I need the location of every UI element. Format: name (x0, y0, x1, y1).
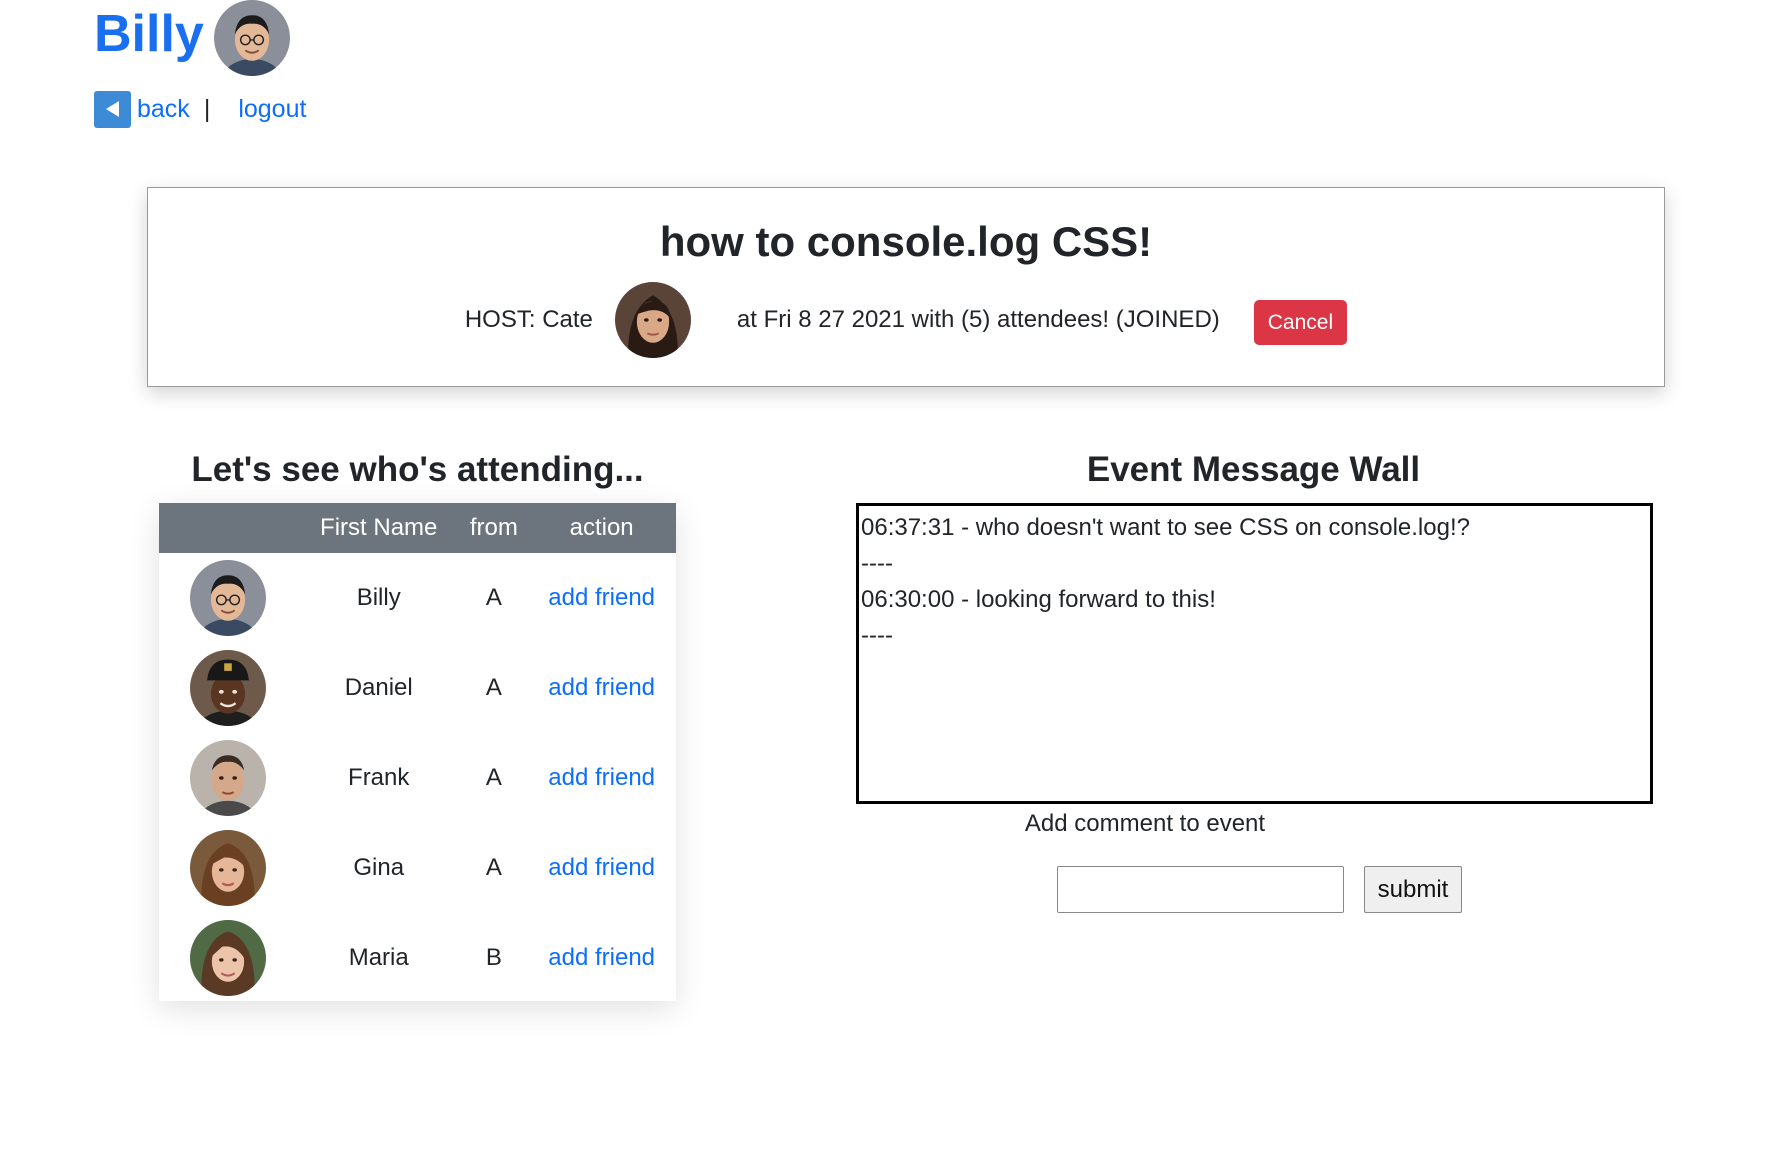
column-header-first-name: First Name (320, 514, 438, 541)
comment-input[interactable] (1057, 866, 1344, 913)
attendee-from: A (485, 854, 502, 881)
message-line: 06:37:31 - who doesn't want to see CSS o… (861, 514, 1470, 541)
event-info-row: HOST: Cate at Fri 8 27 2021 with (5) att… (148, 280, 1664, 360)
attendees-table-container: First Name from action Billy A add frien… (159, 503, 676, 1001)
avatar-daniel (190, 650, 266, 726)
message-divider: ---- (861, 622, 893, 649)
attendee-first-name: Maria (348, 944, 409, 971)
cancel-button[interactable]: Cancel (1253, 299, 1348, 345)
table-row: Gina A add friend (159, 823, 676, 913)
event-card: how to console.log CSS! HOST: Cate at Fr… (147, 187, 1665, 387)
nav-row: back | logout (94, 90, 306, 128)
back-link[interactable]: back (137, 95, 190, 124)
add-friend-link[interactable]: add friend (548, 674, 655, 701)
host-label: HOST: Cate (464, 306, 593, 333)
message-wall[interactable]: 06:37:31 - who doesn't want to see CSS o… (856, 503, 1653, 804)
attendee-from: B (485, 944, 502, 971)
attendees-heading: Let's see who's attending... (191, 450, 644, 489)
column-header-avatar (159, 503, 297, 553)
add-friend-link[interactable]: add friend (548, 944, 655, 971)
avatar-host-cate (614, 282, 691, 358)
table-row: Billy A add friend (159, 553, 676, 643)
avatar-billy-header (214, 0, 290, 76)
table-header-row: First Name from action (159, 503, 676, 553)
message-line: 06:30:00 - looking forward to this! (861, 586, 1216, 613)
attendee-first-name: Frank (348, 764, 410, 791)
submit-button[interactable]: submit (1364, 866, 1462, 913)
avatar-maria (190, 920, 266, 996)
attendee-from: A (485, 674, 502, 701)
avatar-gina (190, 830, 266, 906)
add-friend-link[interactable]: add friend (548, 584, 655, 611)
avatar-frank (190, 740, 266, 816)
attendee-first-name: Daniel (344, 674, 413, 701)
event-title: how to console.log CSS! (659, 218, 1153, 265)
avatar-billy (190, 560, 266, 636)
user-avatar (214, 0, 290, 81)
message-wall-heading: Event Message Wall (1086, 450, 1421, 489)
add-friend-link[interactable]: add friend (548, 764, 655, 791)
back-arrow-icon[interactable] (94, 90, 131, 128)
comment-label: Add comment to event (1024, 810, 1266, 837)
attendee-first-name: Gina (353, 854, 405, 881)
table-row: Maria B add friend (159, 913, 676, 1003)
nav-separator: | (203, 94, 211, 123)
user-name: Billy (94, 5, 204, 63)
attendee-first-name: Billy (356, 584, 401, 611)
message-divider: ---- (861, 550, 893, 577)
column-header-action: action (569, 514, 634, 541)
attendee-from: A (485, 764, 502, 791)
attendee-from: A (485, 584, 502, 611)
logout-link[interactable]: logout (238, 95, 306, 124)
add-friend-link[interactable]: add friend (548, 854, 655, 881)
attendees-table: First Name from action Billy A add frien… (159, 503, 676, 1003)
table-row: Frank A add friend (159, 733, 676, 823)
event-details: at Fri 8 27 2021 with (5) attendees! (JO… (736, 306, 1220, 333)
table-row: Daniel A add friend (159, 643, 676, 733)
column-header-from: from (469, 514, 518, 541)
